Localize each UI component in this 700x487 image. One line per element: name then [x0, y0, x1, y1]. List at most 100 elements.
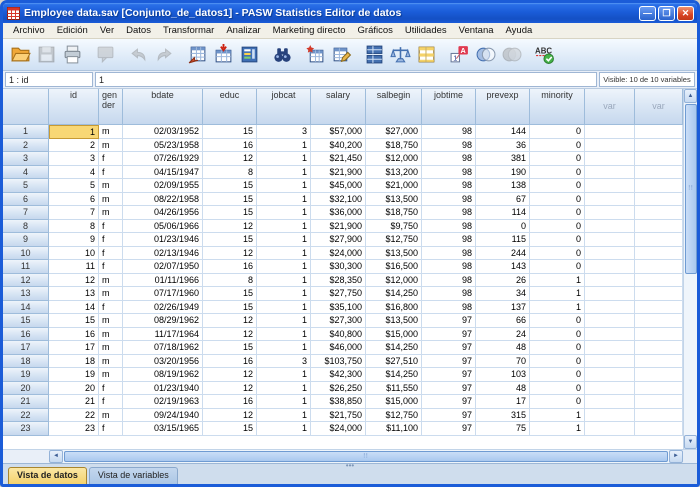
open-data-icon[interactable] [7, 42, 33, 68]
menu-item-transformar[interactable]: Transformar [157, 24, 220, 37]
cell-salbegin[interactable]: $14,250 [366, 368, 422, 382]
cell-jobcat[interactable]: 1 [257, 247, 311, 261]
cell-jobcat[interactable]: 1 [257, 206, 311, 220]
cell-minority[interactable]: 0 [530, 382, 585, 396]
cell-id[interactable]: 11 [49, 260, 99, 274]
cell-jobtime[interactable]: 98 [422, 260, 476, 274]
cell-educ[interactable]: 12 [203, 382, 257, 396]
cell-educ[interactable]: 16 [203, 355, 257, 369]
horizontal-scrollbar[interactable]: ◄ ⁞⁞ ► [49, 450, 683, 463]
scroll-up-icon[interactable]: ▲ [684, 89, 697, 103]
cell-bdate[interactable]: 02/13/1946 [123, 247, 203, 261]
cell-jobtime[interactable]: 98 [422, 152, 476, 166]
cell-prevexp[interactable]: 34 [476, 287, 530, 301]
cell-id[interactable]: 4 [49, 166, 99, 180]
cell-id[interactable]: 10 [49, 247, 99, 261]
cell-salary[interactable]: $28,350 [311, 274, 366, 288]
cell-gender[interactable]: f [99, 422, 123, 436]
cell-minority[interactable]: 1 [530, 274, 585, 288]
cell-prevexp[interactable]: 0 [476, 220, 530, 234]
cell-salbegin[interactable]: $13,500 [366, 314, 422, 328]
cell-jobcat[interactable]: 1 [257, 274, 311, 288]
cell-jobtime[interactable]: 98 [422, 166, 476, 180]
cell-bdate[interactable]: 03/20/1956 [123, 355, 203, 369]
cell-salbegin[interactable]: $14,250 [366, 341, 422, 355]
cell-gender[interactable]: m [99, 341, 123, 355]
tab-variable-view[interactable]: Vista de variables [89, 467, 178, 486]
cell-bdate[interactable]: 03/15/1965 [123, 422, 203, 436]
cell-prevexp[interactable]: 138 [476, 179, 530, 193]
cell-minority[interactable]: 0 [530, 247, 585, 261]
menu-item-ventana[interactable]: Ventana [453, 24, 500, 37]
cell-jobtime[interactable]: 97 [422, 368, 476, 382]
cell-minority[interactable]: 0 [530, 166, 585, 180]
scroll-left-icon[interactable]: ◄ [49, 450, 63, 463]
column-header-prevexp[interactable]: prevexp [476, 89, 530, 125]
cell-educ[interactable]: 15 [203, 206, 257, 220]
cell-salbegin[interactable]: $15,000 [366, 395, 422, 409]
cell-bdate[interactable]: 02/09/1955 [123, 179, 203, 193]
cell-bdate[interactable]: 02/07/1950 [123, 260, 203, 274]
column-header-salbegin[interactable]: salbegin [366, 89, 422, 125]
cell-prevexp[interactable]: 75 [476, 422, 530, 436]
menu-item-ver[interactable]: Ver [94, 24, 120, 37]
cell-id[interactable]: 7 [49, 206, 99, 220]
cell-minority[interactable]: 1 [530, 301, 585, 315]
cell-bdate[interactable]: 02/26/1949 [123, 301, 203, 315]
print-icon[interactable] [59, 42, 85, 68]
split-file-icon[interactable] [361, 42, 387, 68]
cell-educ[interactable]: 8 [203, 166, 257, 180]
cell-gender[interactable]: m [99, 328, 123, 342]
cell-var[interactable] [635, 301, 683, 315]
cell-gender[interactable]: m [99, 125, 123, 139]
cell-jobcat[interactable]: 1 [257, 328, 311, 342]
cell-jobcat[interactable]: 1 [257, 368, 311, 382]
cell-salbegin[interactable]: $13,200 [366, 166, 422, 180]
cell-var[interactable] [585, 301, 635, 315]
cell-salary[interactable]: $57,000 [311, 125, 366, 139]
cell-minority[interactable]: 1 [530, 422, 585, 436]
cell-gender[interactable]: m [99, 179, 123, 193]
menu-item-utilidades[interactable]: Utilidades [399, 24, 453, 37]
cell-salbegin[interactable]: $18,750 [366, 206, 422, 220]
column-header-jobtime[interactable]: jobtime [422, 89, 476, 125]
cell-var[interactable] [635, 206, 683, 220]
cell-jobtime[interactable]: 98 [422, 287, 476, 301]
cell-salbegin[interactable]: $14,250 [366, 287, 422, 301]
row-header[interactable]: 23 [3, 422, 49, 436]
cell-prevexp[interactable]: 190 [476, 166, 530, 180]
cell-var[interactable] [635, 341, 683, 355]
cell-var[interactable] [635, 220, 683, 234]
cell-var[interactable] [585, 233, 635, 247]
cell-jobtime[interactable]: 98 [422, 274, 476, 288]
cell-bdate[interactable]: 07/26/1929 [123, 152, 203, 166]
cell-var[interactable] [635, 193, 683, 207]
cell-salbegin[interactable]: $12,750 [366, 409, 422, 423]
cell-bdate[interactable]: 07/18/1962 [123, 341, 203, 355]
cell-salbegin[interactable]: $27,510 [366, 355, 422, 369]
menu-item-gr-ficos[interactable]: Gráficos [352, 24, 399, 37]
cell-educ[interactable]: 15 [203, 341, 257, 355]
cell-gender[interactable]: f [99, 395, 123, 409]
cell-gender[interactable]: m [99, 368, 123, 382]
cell-var[interactable] [585, 206, 635, 220]
cell-prevexp[interactable]: 144 [476, 125, 530, 139]
cell-bdate[interactable]: 05/23/1958 [123, 139, 203, 153]
cell-id[interactable]: 21 [49, 395, 99, 409]
cell-salary[interactable]: $21,450 [311, 152, 366, 166]
cell-bdate[interactable]: 02/19/1963 [123, 395, 203, 409]
cell-minority[interactable]: 0 [530, 220, 585, 234]
cell-educ[interactable]: 16 [203, 139, 257, 153]
cell-var[interactable] [635, 409, 683, 423]
row-header[interactable]: 21 [3, 395, 49, 409]
cell-educ[interactable]: 12 [203, 409, 257, 423]
cell-jobtime[interactable]: 98 [422, 193, 476, 207]
cell-educ[interactable]: 15 [203, 233, 257, 247]
cell-jobcat[interactable]: 1 [257, 193, 311, 207]
vertical-scroll-thumb[interactable]: ⁞⁞ [685, 104, 697, 274]
cell-id[interactable]: 16 [49, 328, 99, 342]
cell-jobtime[interactable]: 97 [422, 341, 476, 355]
cell-salary[interactable]: $24,000 [311, 422, 366, 436]
goto-variable-icon[interactable] [210, 42, 236, 68]
cell-salary[interactable]: $32,100 [311, 193, 366, 207]
